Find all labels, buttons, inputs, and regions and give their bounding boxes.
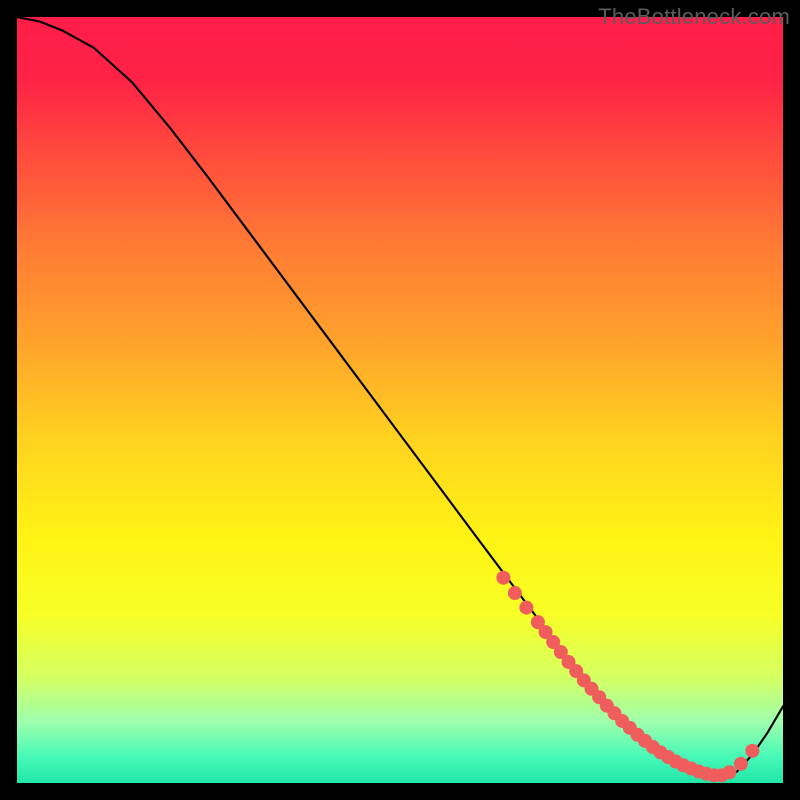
- scatter-dot: [496, 571, 510, 585]
- scatter-dot: [745, 744, 759, 758]
- scatter-dot: [722, 765, 736, 779]
- watermark-text: TheBottleneck.com: [598, 4, 790, 30]
- scatter-dot: [519, 601, 533, 615]
- chart-frame: TheBottleneck.com: [0, 0, 800, 800]
- scatter-dot: [734, 757, 748, 771]
- bottleneck-chart: [17, 17, 783, 783]
- gradient-rect: [17, 17, 783, 783]
- scatter-dot: [508, 586, 522, 600]
